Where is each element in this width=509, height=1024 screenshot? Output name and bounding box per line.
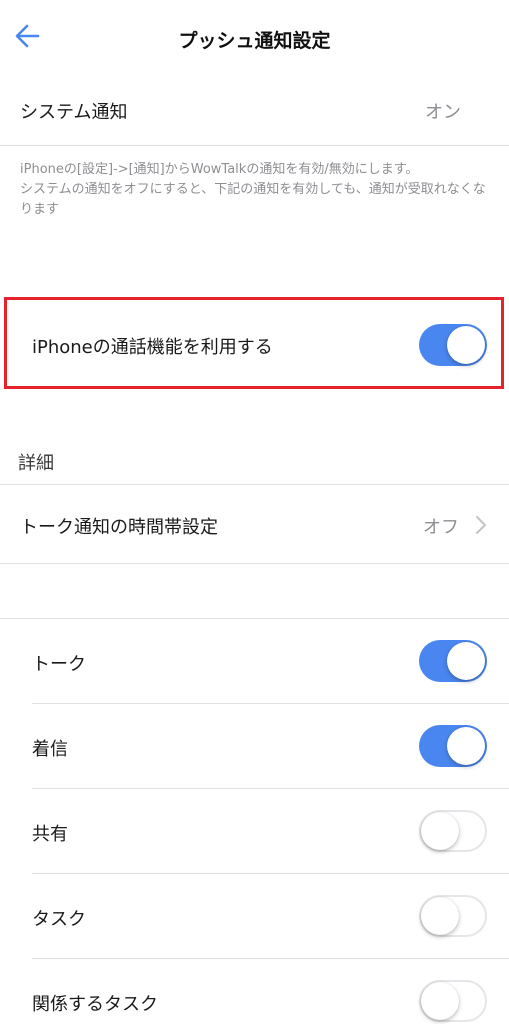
list-item-talk: トーク	[0, 619, 509, 704]
incoming-call-label: 着信	[32, 739, 68, 760]
system-notification-value: オン	[425, 102, 461, 123]
task-toggle[interactable]	[419, 895, 487, 937]
system-notification-row[interactable]: システム通知 オン	[0, 74, 509, 146]
list-item-task: タスク	[0, 874, 509, 959]
related-task-toggle[interactable]	[419, 980, 487, 1022]
highlight-box	[4, 297, 504, 389]
note-line-1: iPhoneの[設定]->[通知]からWowTalkの通知を有効/無効にします。	[20, 162, 419, 177]
task-label: タスク	[32, 909, 86, 930]
share-label: 共有	[32, 824, 68, 845]
notification-type-list: トーク 着信 共有 タスク 関係するタスク	[0, 618, 509, 1024]
chevron-right-icon	[476, 516, 486, 534]
system-notification-note: iPhoneの[設定]->[通知]からWowTalkの通知を有効/無効にします。…	[20, 160, 490, 220]
talk-toggle[interactable]	[419, 640, 487, 682]
talk-label: トーク	[32, 654, 86, 675]
list-item-incoming-call: 着信	[0, 704, 509, 789]
toggle-knob	[421, 897, 459, 935]
note-line-2: システムの通知をオフにすると、下記の通知を有効しても、通知が受取れなくなります	[20, 182, 486, 217]
toggle-knob	[447, 642, 485, 680]
toggle-knob	[447, 727, 485, 765]
incoming-call-toggle[interactable]	[419, 725, 487, 767]
details-section-header: 詳細	[18, 453, 54, 474]
list-item-share: 共有	[0, 789, 509, 874]
talk-time-band-label: トーク通知の時間帯設定	[20, 517, 218, 538]
related-task-label: 関係するタスク	[32, 994, 158, 1015]
navigation-bar: プッシュ通知設定	[0, 0, 509, 72]
system-notification-label: システム通知	[20, 102, 128, 123]
list-item-related-task: 関係するタスク	[0, 959, 509, 1024]
share-toggle[interactable]	[419, 810, 487, 852]
page-title: プッシュ通知設定	[178, 30, 331, 52]
talk-time-band-row[interactable]: トーク通知の時間帯設定 オフ	[0, 484, 509, 564]
talk-time-band-value: オフ	[423, 517, 459, 538]
toggle-knob	[421, 812, 459, 850]
toggle-knob	[421, 982, 459, 1020]
